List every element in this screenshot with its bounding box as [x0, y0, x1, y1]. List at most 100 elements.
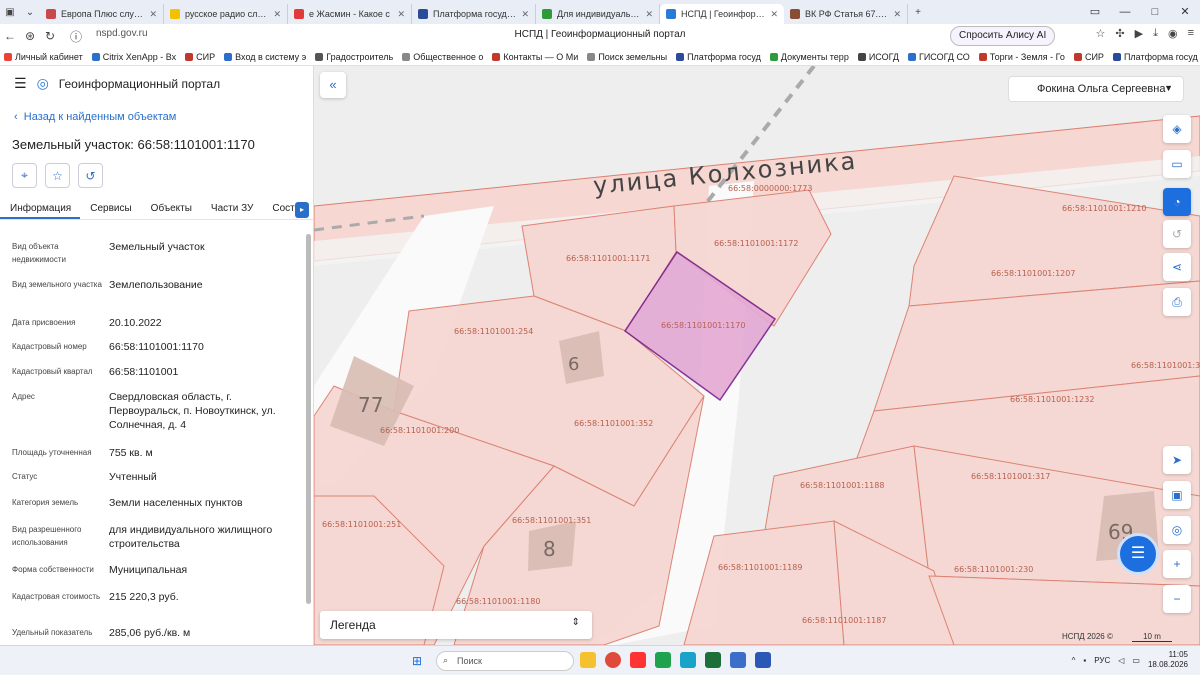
browser-tab[interactable]: Европа Плюс слушать он ✕ [40, 4, 164, 24]
bookmark-item[interactable]: Документы терр [769, 52, 849, 62]
map-view[interactable]: улица Колхозника 77 6 8 69 66:58:0000000… [314, 66, 1200, 645]
tab-close-icon[interactable]: ✕ [770, 9, 778, 20]
zoom-in-icon[interactable]: + [1163, 550, 1191, 578]
bookmark-icon[interactable]: ☆ [1096, 27, 1106, 40]
tab-2[interactable]: Объекты [141, 196, 201, 219]
tab-close-icon[interactable]: ✕ [273, 9, 281, 20]
map-canvas[interactable]: улица Колхозника 77 6 8 69 66:58:0000000… [314, 66, 1200, 645]
bookmark-favicon-icon [907, 52, 916, 61]
locate-object-icon[interactable]: ⌖ [12, 163, 37, 188]
back-icon[interactable]: ← [0, 29, 20, 43]
tray-app-icon[interactable]: ▪ [1083, 656, 1086, 665]
tab-close-icon[interactable]: ✕ [149, 9, 157, 20]
bookmark-favicon-icon [857, 52, 866, 61]
geolocation-icon[interactable]: ◎ [1163, 516, 1191, 544]
extensions-icon[interactable]: ✣ [1115, 27, 1124, 40]
tab-list-icon[interactable]: ▣ [0, 0, 20, 24]
site-info-icon[interactable]: ⓘ [66, 28, 86, 45]
new-tab-icon[interactable]: + [908, 0, 928, 24]
ruler-icon[interactable]: ▭ [1163, 150, 1191, 178]
word-icon[interactable] [755, 652, 771, 668]
bookmark-item[interactable]: Поиск земельны [587, 52, 667, 62]
excel-icon[interactable] [705, 652, 721, 668]
bookmark-item[interactable]: Личный кабинет [4, 52, 83, 62]
downloads-icon[interactable]: ⤓ [1153, 27, 1158, 40]
bookmark-item[interactable]: ИСОГД [857, 52, 899, 62]
yandex-browser-icon[interactable] [630, 652, 646, 668]
layers-icon[interactable]: ◈ [1163, 115, 1191, 143]
bookmark-favicon-icon [1073, 52, 1082, 61]
tray-chevron-icon[interactable]: ^ [1072, 656, 1076, 665]
app-teal-icon[interactable] [680, 652, 696, 668]
reload-icon[interactable]: ↻ [40, 29, 60, 43]
bookmark-item[interactable]: Платформа госуд [676, 52, 761, 62]
chat-assistant-icon[interactable]: ☰ [1117, 533, 1159, 575]
tab-close-icon[interactable]: ✕ [521, 9, 529, 20]
file-explorer-icon[interactable] [580, 652, 596, 668]
panel-scrollbar[interactable] [306, 234, 311, 604]
share-icon[interactable]: ⋖ [1163, 253, 1191, 281]
minimize-icon[interactable]: — [1110, 0, 1140, 24]
parcel-label: 66:58:1101001:254 [454, 327, 533, 336]
language-indicator[interactable]: РУС [1094, 656, 1110, 665]
ask-alice-button[interactable]: Спросить Алису AI [950, 26, 1056, 46]
hamburger-menu-icon[interactable]: ☰ [14, 75, 27, 92]
tab-close-icon[interactable]: ✕ [893, 9, 901, 20]
menu-icon[interactable]: ≡ [1188, 27, 1194, 40]
bookmark-item[interactable]: Общественное о [402, 52, 483, 62]
bookmark-item[interactable]: Платформа госуд [1112, 52, 1198, 62]
bookmark-tabs-icon[interactable]: ▭ [1080, 0, 1110, 24]
legend-dropdown[interactable]: Легенда ⇕ [320, 611, 592, 639]
maximize-icon[interactable]: □ [1140, 0, 1170, 24]
play-icon[interactable]: ▶ [1135, 27, 1143, 40]
app-blue-icon[interactable] [730, 652, 746, 668]
volume-icon[interactable]: ◁ [1118, 656, 1124, 665]
favorite-star-icon[interactable]: ☆ [45, 163, 70, 188]
tab-close-icon[interactable]: ✕ [645, 9, 653, 20]
property-value: Земли населенных пунктов [109, 497, 243, 509]
history-icon[interactable]: ↺ [78, 163, 103, 188]
chevron-right-icon[interactable]: ▸ [295, 202, 309, 218]
history-icon[interactable]: ↺ [1163, 220, 1191, 248]
bookmark-item[interactable]: СИР [1073, 52, 1104, 62]
chrome-icon[interactable] [605, 652, 621, 668]
chevron-down-icon[interactable]: ⌄ [20, 0, 40, 24]
parcel-label: 66:58:1101001:1188 [800, 481, 884, 490]
print-icon[interactable]: ⎙ [1163, 288, 1191, 316]
user-menu[interactable]: Фокина Ольга Сергеевна ▼ [1008, 76, 1184, 102]
collapse-panel-button[interactable]: « [320, 72, 346, 98]
browser-tab[interactable]: Для индивидуального жи ✕ [536, 4, 660, 24]
profile-icon[interactable]: ◉ [1168, 27, 1178, 40]
browser-tab[interactable]: ВК РФ Статья 67.1. Пред ✕ [784, 4, 908, 24]
bookmark-item[interactable]: Контакты — О Ми [492, 52, 578, 62]
browser-tab[interactable]: НСПД | Геоинформацио ✕ [660, 4, 784, 24]
back-to-results-link[interactable]: ‹ Назад к найденным объектам [14, 111, 176, 123]
bookmark-item[interactable]: Градостроитель [315, 52, 393, 62]
navigate-icon[interactable]: ➤ [1163, 446, 1191, 474]
chat-tool-icon[interactable]: ◔ [1163, 188, 1191, 216]
bookmark-item[interactable]: Citrix XenApp - Вх [91, 52, 176, 62]
tab-close-icon[interactable]: ✕ [397, 9, 405, 20]
windows-start-icon[interactable]: ⊞ [412, 654, 426, 668]
browser-tab[interactable]: е Жасмин - Какое с ✕ [288, 4, 412, 24]
property-value: 20.10.2022 [109, 317, 162, 329]
tab-0[interactable]: Информация [0, 196, 81, 219]
url-field[interactable]: nspd.gov.ru [96, 28, 148, 39]
close-icon[interactable]: ✕ [1170, 0, 1200, 24]
yandex-icon[interactable]: ⊛ [20, 29, 40, 43]
bookmark-item[interactable]: Торги - Земля - Го [978, 52, 1065, 62]
clock[interactable]: 11:05 18.08.2026 [1148, 650, 1188, 670]
taskbar-search[interactable]: ⌕ Поиск [436, 651, 574, 671]
bookmark-item[interactable]: Вход в систему э [224, 52, 306, 62]
zoom-out-icon[interactable]: − [1163, 585, 1191, 613]
bookmark-item[interactable]: ГИСОГД СО [907, 52, 970, 62]
bookmark-item[interactable]: СИР [185, 52, 215, 62]
portal-title[interactable]: Геоинформационный портал [59, 77, 220, 91]
tab-3[interactable]: Части ЗУ [201, 196, 262, 219]
basemap-icon[interactable]: ▣ [1163, 481, 1191, 509]
network-icon[interactable]: ▭ [1132, 656, 1140, 665]
browser-tab[interactable]: русское радио слушать о ✕ [164, 4, 288, 24]
browser-tab[interactable]: Платформа государстве ✕ [412, 4, 536, 24]
tab-1[interactable]: Сервисы [80, 196, 140, 219]
app-green-icon[interactable] [655, 652, 671, 668]
